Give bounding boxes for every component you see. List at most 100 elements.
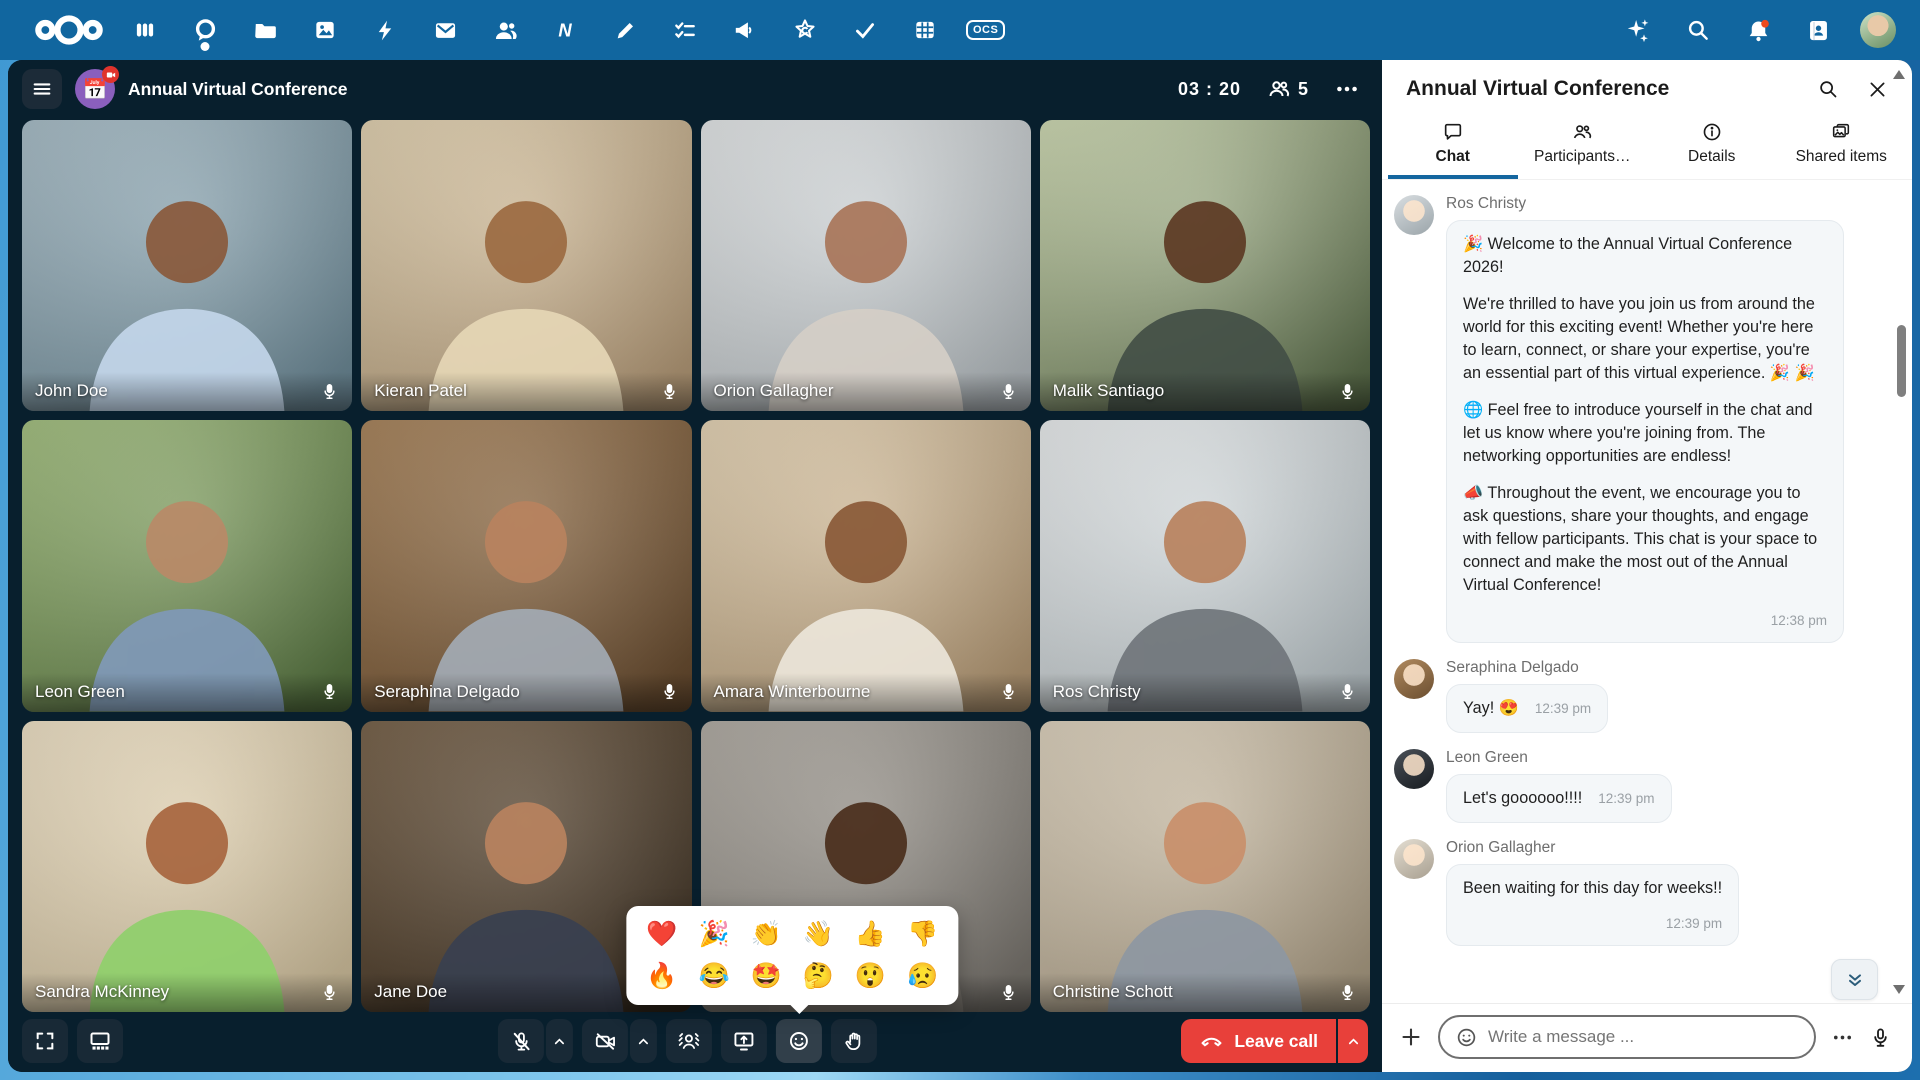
scrollbar-thumb[interactable] bbox=[1897, 325, 1906, 397]
tile-mic-icon bbox=[999, 382, 1018, 401]
tile-nameplate: Sandra McKinney bbox=[22, 973, 352, 1012]
tables-icon[interactable] bbox=[906, 8, 944, 52]
message-more-icon[interactable] bbox=[1831, 1026, 1854, 1049]
app-content: 📅 Annual Virtual Conference 03 : 20 5 bbox=[8, 60, 1912, 1072]
reaction-emoji[interactable]: 🔥 bbox=[646, 964, 677, 989]
message-author: Seraphina Delgado bbox=[1446, 659, 1608, 677]
tile-nameplate: Seraphina Delgado bbox=[361, 673, 691, 712]
photos-icon[interactable] bbox=[306, 8, 344, 52]
user-avatar[interactable] bbox=[1860, 12, 1896, 48]
video-tile[interactable]: Seraphina Delgado bbox=[361, 420, 691, 711]
video-tile[interactable]: Orion Gallagher bbox=[701, 120, 1031, 411]
menu-hamburger-button[interactable] bbox=[22, 69, 62, 109]
contacts-menu-icon[interactable] bbox=[1800, 8, 1836, 52]
reaction-emoji[interactable]: 👎 bbox=[907, 922, 938, 947]
voice-message-icon[interactable] bbox=[1869, 1026, 1892, 1049]
message-input[interactable] bbox=[1488, 1027, 1799, 1047]
message-bubble[interactable]: Let's goooooo!!!!12:39 pm bbox=[1446, 774, 1672, 823]
talk-icon[interactable] bbox=[186, 8, 224, 52]
microphone-muted-button[interactable] bbox=[498, 1019, 544, 1063]
video-tile[interactable]: Malik Santiago bbox=[1040, 120, 1370, 411]
grid-view-button[interactable] bbox=[77, 1019, 123, 1063]
scrollbar-up-arrow[interactable] bbox=[1893, 70, 1905, 79]
camera-options-chevron-icon[interactable] bbox=[630, 1019, 657, 1063]
leave-call-button[interactable]: Leave call bbox=[1181, 1019, 1336, 1063]
announcements-icon[interactable] bbox=[726, 8, 764, 52]
message-avatar[interactable] bbox=[1394, 749, 1434, 789]
tab-details[interactable]: Details bbox=[1647, 113, 1777, 179]
message-avatar[interactable] bbox=[1394, 659, 1434, 699]
reaction-emoji[interactable]: 😲 bbox=[855, 964, 886, 989]
reaction-emoji[interactable]: 😥 bbox=[907, 964, 938, 989]
svg-text:N: N bbox=[558, 20, 572, 41]
message-bubble[interactable]: Been waiting for this day for weeks!!12:… bbox=[1446, 864, 1739, 946]
mail-icon[interactable] bbox=[426, 8, 464, 52]
reaction-emoji[interactable]: 👍 bbox=[855, 922, 886, 947]
chat-message: Leon Green Let's goooooo!!!!12:39 pm bbox=[1394, 740, 1882, 830]
news-icon[interactable]: N bbox=[546, 8, 584, 52]
activity-icon[interactable] bbox=[366, 8, 404, 52]
message-bubble[interactable]: Yay! 😍12:39 pm bbox=[1446, 684, 1608, 733]
topbar-right bbox=[1620, 8, 1896, 52]
reaction-emoji[interactable]: 😂 bbox=[699, 964, 730, 989]
video-tile[interactable]: Ros Christy bbox=[1040, 420, 1370, 711]
ocs-badge[interactable]: OCS bbox=[966, 20, 1005, 40]
call-timer: 03 : 20 bbox=[1178, 79, 1241, 100]
raise-hand-button[interactable] bbox=[831, 1019, 877, 1063]
message-avatar[interactable] bbox=[1394, 839, 1434, 879]
contacts-icon[interactable] bbox=[486, 8, 524, 52]
chat-messages[interactable]: Ros Christy 🎉 Welcome to the Annual Virt… bbox=[1382, 179, 1912, 1004]
tile-nameplate: Leon Green bbox=[22, 673, 352, 712]
files-icon[interactable] bbox=[246, 8, 284, 52]
tab-chat[interactable]: Chat bbox=[1388, 113, 1518, 179]
tasks-icon[interactable] bbox=[666, 8, 704, 52]
tab-shared-items[interactable]: Shared items bbox=[1777, 113, 1907, 179]
reaction-emoji[interactable]: 👏 bbox=[751, 922, 782, 947]
reactions-button[interactable] bbox=[776, 1019, 822, 1063]
notifications-bell-icon[interactable] bbox=[1740, 8, 1776, 52]
reaction-emoji[interactable]: 👋 bbox=[803, 922, 834, 947]
leave-call-label: Leave call bbox=[1234, 1031, 1318, 1052]
message-bubble[interactable]: 🎉 Welcome to the Annual Virtual Conferen… bbox=[1446, 220, 1844, 643]
leave-options-chevron-icon[interactable] bbox=[1338, 1019, 1368, 1063]
tile-participant-name: Amara Winterbourne bbox=[714, 682, 871, 702]
call-more-menu-icon[interactable] bbox=[1334, 76, 1360, 102]
ai-assistant-icon[interactable] bbox=[1620, 8, 1656, 52]
message-avatar[interactable] bbox=[1394, 195, 1434, 235]
tile-mic-icon bbox=[1338, 983, 1357, 1002]
tile-participant-name: Malik Santiago bbox=[1053, 381, 1165, 401]
video-tile[interactable]: Leon Green bbox=[22, 420, 352, 711]
reaction-emoji[interactable]: 🎉 bbox=[699, 922, 730, 947]
emoji-picker-icon[interactable] bbox=[1455, 1026, 1478, 1049]
camera-off-button[interactable] bbox=[582, 1019, 628, 1063]
notes-icon[interactable] bbox=[606, 8, 644, 52]
reaction-emoji[interactable]: ❤️ bbox=[646, 922, 677, 947]
dashboard-icon[interactable] bbox=[126, 8, 164, 52]
fullscreen-button[interactable] bbox=[22, 1019, 68, 1063]
video-tile[interactable]: Christine Schott bbox=[1040, 721, 1370, 1012]
tab-participants[interactable]: Participants… bbox=[1518, 113, 1648, 179]
scroll-to-bottom-button[interactable] bbox=[1831, 959, 1878, 1000]
participant-count[interactable]: 5 bbox=[1267, 77, 1308, 101]
blur-background-button[interactable] bbox=[666, 1019, 712, 1063]
check-app-icon[interactable] bbox=[846, 8, 884, 52]
video-tile[interactable]: Kieran Patel bbox=[361, 120, 691, 411]
nextcloud-logo[interactable] bbox=[34, 12, 104, 48]
share-screen-button[interactable] bbox=[721, 1019, 767, 1063]
scrollbar-down-arrow[interactable] bbox=[1893, 985, 1905, 994]
search-icon[interactable] bbox=[1680, 8, 1716, 52]
reaction-emoji[interactable]: 🤩 bbox=[751, 964, 782, 989]
sidebar-header: Annual Virtual Conference bbox=[1382, 60, 1912, 105]
video-tile[interactable]: John Doe bbox=[22, 120, 352, 411]
mic-options-chevron-icon[interactable] bbox=[546, 1019, 573, 1063]
sidebar-search-icon[interactable] bbox=[1817, 78, 1839, 100]
double-chevron-down-icon bbox=[1845, 970, 1865, 990]
video-tile[interactable]: Sandra McKinney bbox=[22, 721, 352, 1012]
attach-plus-icon[interactable] bbox=[1399, 1025, 1423, 1049]
tile-mic-icon bbox=[660, 382, 679, 401]
reaction-emoji[interactable]: 🤔 bbox=[803, 964, 834, 989]
video-tile[interactable]: Amara Winterbourne bbox=[701, 420, 1031, 711]
star-app-icon[interactable] bbox=[786, 8, 824, 52]
participant-count-value: 5 bbox=[1298, 79, 1308, 100]
sidebar-close-icon[interactable] bbox=[1867, 79, 1888, 100]
